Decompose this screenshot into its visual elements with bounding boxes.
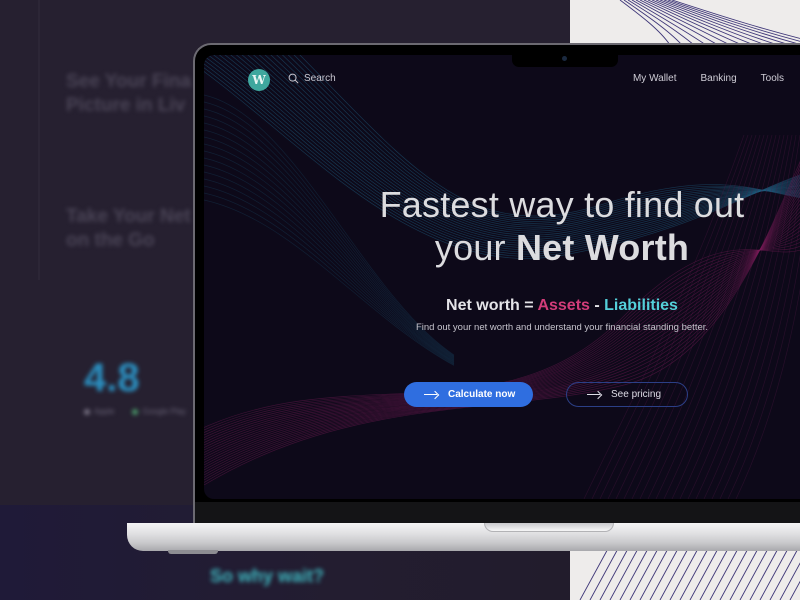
laptop-base (127, 523, 800, 551)
background-divider (38, 0, 40, 280)
formula-prefix: Net worth = (446, 297, 538, 314)
google-play-icon (132, 408, 139, 415)
see-pricing-button[interactable]: See pricing (566, 382, 688, 407)
background-feature-heading-2: Take Your Net on the Go (66, 205, 191, 253)
rating-source-label: Google Play (142, 407, 187, 416)
rating-source-apple: Apple (84, 407, 114, 416)
hero-title-emphasis: Net Worth (515, 227, 690, 268)
background-feature-heading-1: See Your Fina Picture in Liv (66, 70, 191, 118)
nav-link-my-wallet[interactable]: My Wallet (633, 73, 677, 84)
hero-title: Fastest way to find out your Net Worth (324, 183, 800, 269)
background-feature-1-line2: Picture in Liv (66, 95, 186, 116)
net-worth-formula: Net worth = Assets - Liabilities (324, 297, 800, 315)
background-rating-sources: Apple Google Play (84, 407, 186, 416)
background-feature-2-line2: on the Go (66, 230, 155, 251)
background-feature-1-line1: See Your Fina (66, 71, 191, 92)
arrow-right-icon (424, 391, 438, 399)
nav-link-tools[interactable]: Tools (761, 73, 784, 84)
top-nav: W Search My Wallet Banking Tools (204, 55, 800, 107)
see-pricing-label: See pricing (611, 389, 662, 400)
laptop-screen: W Search My Wallet Banking Tools Fastest… (204, 55, 800, 499)
arrow-right-icon (587, 391, 601, 399)
calculate-now-button[interactable]: Calculate now (404, 382, 533, 407)
hero-section: Fastest way to find out your Net Worth (324, 183, 800, 269)
search-icon (288, 73, 299, 84)
nav-links: My Wallet Banking Tools (633, 73, 784, 84)
hero-title-prefix: your (434, 227, 516, 268)
laptop-foot (168, 550, 218, 554)
hero-subtitle: Find out your net worth and understand y… (415, 322, 709, 333)
background-cta-heading: So why wait? (210, 566, 325, 586)
apple-icon (84, 408, 90, 415)
background-feature-2-line1: Take Your Net (66, 206, 191, 227)
logo-letter: W (252, 73, 266, 87)
formula-assets: Assets (537, 297, 590, 314)
background-rating: 4.8 (84, 356, 140, 400)
rating-source-label: Apple (94, 407, 115, 416)
search-label: Search (304, 73, 336, 84)
logo[interactable]: W (248, 69, 270, 91)
rating-source-google: Google Play (132, 407, 186, 416)
laptop-bezel-bottom (195, 502, 800, 524)
formula-liabilities: Liabilities (604, 297, 678, 314)
camera-icon (562, 56, 567, 61)
hero-title-line1: Fastest way to find out (379, 184, 745, 225)
search-button[interactable]: Search (288, 73, 336, 84)
calculate-now-label: Calculate now (448, 389, 516, 400)
formula-separator: - (589, 297, 605, 314)
hero-title-line2: your Net Worth (324, 226, 800, 269)
wave-background (204, 55, 800, 499)
nav-link-banking[interactable]: Banking (701, 73, 737, 84)
camera-notch (512, 53, 618, 67)
laptop-opening-groove (484, 523, 614, 532)
